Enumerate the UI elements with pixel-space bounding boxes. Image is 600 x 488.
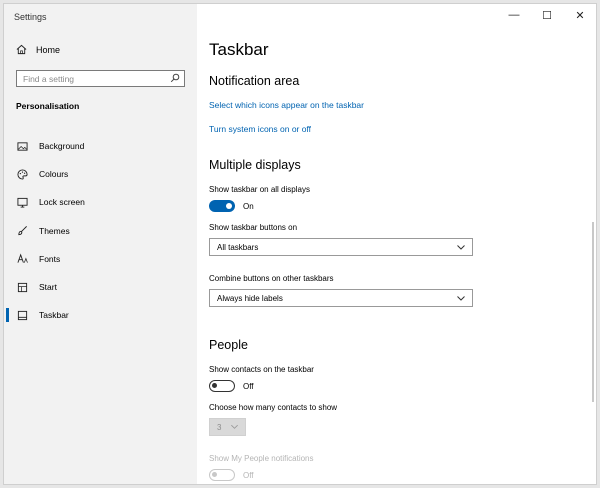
picture-icon [17,141,28,151]
toggle-switch[interactable] [209,380,235,392]
settings-window: Settings Home Find a setting Personalisa… [3,3,597,485]
sidebar-item-label: Taskbar [39,310,69,321]
sidebar-item-taskbar[interactable]: Taskbar [4,301,197,329]
page-title: Taskbar [209,40,269,59]
home-icon [16,44,27,55]
maximize-button[interactable]: ☐ [541,9,553,22]
minimize-button[interactable]: — [508,9,520,22]
toggle-state: Off [243,381,254,391]
dropdown-value: All taskbars [217,243,259,252]
sidebar-item-label: Start [39,282,57,293]
sidebar-item-fonts[interactable]: Fonts [4,245,197,273]
taskbar-icon [17,310,28,320]
home-label: Home [36,44,61,55]
sidebar-item-label: Themes [39,225,70,236]
show-all-displays-label: Show taskbar on all displays [209,185,310,194]
sidebar-item-label: Lock screen [39,197,85,208]
show-contacts-toggle[interactable]: Off [209,380,254,392]
brush-icon [18,226,27,236]
chevron-down-icon [457,245,465,250]
sidebar: Settings Home Find a setting Personalisa… [4,4,197,484]
search-input[interactable]: Find a setting [16,70,185,87]
combine-buttons-label: Combine buttons on other taskbars [209,274,334,283]
window-controls: — ☐ ✕ [508,9,586,22]
section-title: Personalisation [16,101,80,111]
sidebar-item-lock-screen[interactable]: Lock screen [4,188,197,216]
sidebar-item-themes[interactable]: Themes [4,217,197,245]
toggle-switch[interactable] [209,200,235,212]
buttons-on-dropdown[interactable]: All taskbars [209,238,473,256]
lock-screen-icon [17,197,28,208]
sidebar-item-label: Fonts [39,253,61,264]
multiple-displays-heading: Multiple displays [209,158,301,172]
select-icons-link[interactable]: Select which icons appear on the taskbar [209,100,364,110]
font-icon [17,253,28,264]
toggle-state: On [243,201,254,211]
dropdown-value: 3 [217,423,222,432]
start-icon [17,282,28,292]
home-nav-item[interactable]: Home [16,44,60,55]
chevron-down-icon [457,296,465,301]
toggle-switch[interactable] [209,469,235,481]
sidebar-item-label: Colours [39,169,69,180]
toggle-state: Off [243,470,254,480]
window-title: Settings [14,12,47,22]
dropdown-value: Always hide labels [217,294,283,303]
close-button[interactable]: ✕ [574,9,586,22]
chevron-down-icon [231,424,238,429]
contacts-count-label: Choose how many contacts to show [209,403,338,412]
system-icons-link[interactable]: Turn system icons on or off [209,124,311,134]
people-heading: People [209,338,248,352]
sidebar-item-colours[interactable]: Colours [4,160,197,188]
people-notifications-label: Show My People notifications [209,454,314,463]
contacts-count-dropdown[interactable]: 3 [209,418,246,436]
sidebar-item-label: Background [39,141,85,152]
scrollbar[interactable] [592,222,594,402]
notification-area-heading: Notification area [209,74,300,88]
buttons-on-label: Show taskbar buttons on [209,223,298,232]
show-contacts-label: Show contacts on the taskbar [209,365,314,374]
people-notifications-toggle[interactable]: Off [209,469,254,481]
combine-buttons-dropdown[interactable]: Always hide labels [209,289,473,307]
main-panel: — ☐ ✕ Taskbar Notification area Select w… [197,4,596,484]
search-placeholder: Find a setting [23,74,75,84]
show-all-displays-toggle[interactable]: On [209,200,254,212]
sidebar-item-background[interactable]: Background [4,132,197,160]
nav-list: Background Colours Lock screen Themes Fo… [4,132,197,329]
palette-icon [17,169,28,180]
search-icon[interactable] [170,73,180,83]
sidebar-item-start[interactable]: Start [4,273,197,301]
